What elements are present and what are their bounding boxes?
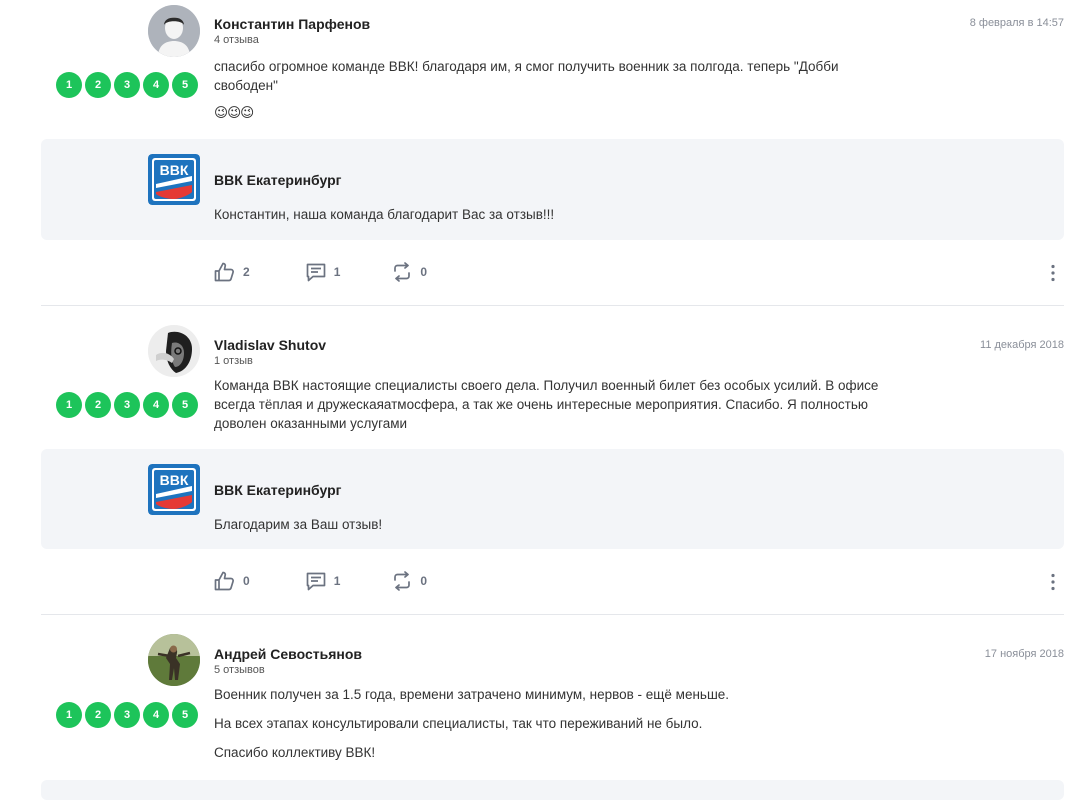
review-author[interactable]: Константин Парфенов [214, 16, 370, 32]
review-actions: 0 1 0 [214, 571, 479, 591]
user-avatar[interactable] [148, 325, 200, 377]
rating-point: 2 [85, 392, 111, 418]
review-actions: 2 1 0 [214, 262, 479, 282]
rating-point: 2 [85, 72, 111, 98]
rating-point: 1 [56, 702, 82, 728]
default-avatar-icon [148, 5, 200, 57]
review-date: 8 февраля в 14:57 [969, 17, 1064, 29]
rating-point: 2 [85, 702, 111, 728]
rating-point: 3 [114, 72, 140, 98]
rating-point: 3 [114, 392, 140, 418]
review-text-line: На всех этапах консультировали специалис… [214, 716, 703, 731]
thumbs-up-icon [214, 262, 234, 282]
vvk-logo-icon: ВВК [148, 154, 200, 205]
user-photo-icon [148, 325, 200, 377]
like-button[interactable]: 2 [214, 262, 250, 282]
like-count: 0 [243, 574, 250, 588]
rating-point: 5 [172, 392, 198, 418]
thumbs-up-icon [214, 571, 234, 591]
reply-text: Благодарим за Ваш отзыв! [214, 517, 383, 532]
rating-point: 1 [56, 392, 82, 418]
review-divider [41, 614, 1064, 615]
review-date: 17 ноября 2018 [984, 648, 1064, 660]
rating-point: 4 [143, 72, 169, 98]
like-count: 2 [243, 265, 250, 279]
rating-point: 5 [172, 702, 198, 728]
reply-text: Константин, наша команда благодарит Вас … [214, 207, 555, 222]
logo-text: ВВК [160, 472, 189, 488]
review-text: Военник получен за 1.5 года, времени зат… [214, 685, 894, 762]
reply-author[interactable]: ВВК Екатеринбург [214, 172, 342, 188]
company-reply: ВВК ВВК Екатеринбург Благодарим за Ваш о… [41, 449, 1064, 549]
rating-point: 5 [172, 72, 198, 98]
user-photo-icon [148, 634, 200, 686]
company-reply: ВВК ВВК Екатеринбург Константин, наша ко… [41, 139, 1064, 240]
vvk-logo-icon: ВВК [148, 464, 200, 515]
logo-text: ВВК [160, 162, 189, 178]
rating-point: 4 [143, 702, 169, 728]
review-emoji: 😉😉😉 [214, 105, 254, 121]
rating: 1 2 3 4 5 [56, 72, 198, 98]
share-count: 0 [420, 265, 428, 279]
review-text-line: Команда ВВК настоящие специалисты своего… [214, 378, 879, 431]
comment-icon [306, 572, 326, 590]
review-text-line: спасибо огромное команде ВВК! благодаря … [214, 59, 839, 93]
comment-icon [306, 263, 326, 281]
rating-point: 1 [56, 72, 82, 98]
review-count: 5 отзывов [214, 664, 265, 676]
reply-author[interactable]: ВВК Екатеринбург [214, 482, 342, 498]
more-vertical-icon[interactable] [1048, 573, 1058, 591]
company-logo[interactable]: ВВК [148, 154, 200, 205]
comment-count: 1 [333, 574, 341, 588]
review-author[interactable]: Андрей Севостьянов [214, 646, 362, 662]
user-avatar[interactable] [148, 5, 200, 57]
review-text-line: Спасибо коллективу ВВК! [214, 745, 376, 760]
rating-point: 4 [143, 392, 169, 418]
review-date: 11 декабря 2018 [980, 339, 1064, 351]
share-button[interactable]: 0 [392, 262, 427, 282]
comment-button[interactable]: 1 [306, 572, 341, 591]
repost-icon [394, 262, 411, 282]
like-button[interactable]: 0 [214, 571, 250, 591]
company-logo[interactable]: ВВК [148, 464, 200, 515]
repost-icon [394, 571, 411, 591]
review-text-line: Военник получен за 1.5 года, времени зат… [214, 687, 730, 702]
comment-button[interactable]: 1 [306, 263, 341, 282]
review-author[interactable]: Vladislav Shutov [214, 337, 326, 353]
review-count: 1 отзыв [214, 355, 253, 367]
review-count: 4 отзыва [214, 34, 259, 46]
review-text: спасибо огромное команде ВВК! благодаря … [214, 57, 894, 123]
rating-point: 3 [114, 702, 140, 728]
more-vertical-icon[interactable] [1048, 264, 1058, 282]
comment-count: 1 [333, 265, 341, 279]
rating: 1 2 3 4 5 [56, 702, 198, 728]
rating: 1 2 3 4 5 [56, 392, 198, 418]
company-reply [41, 780, 1064, 800]
review-divider [41, 305, 1064, 306]
share-count: 0 [420, 574, 428, 588]
share-button[interactable]: 0 [392, 571, 427, 591]
user-avatar[interactable] [148, 634, 200, 686]
review-text: Команда ВВК настоящие специалисты своего… [214, 376, 894, 433]
